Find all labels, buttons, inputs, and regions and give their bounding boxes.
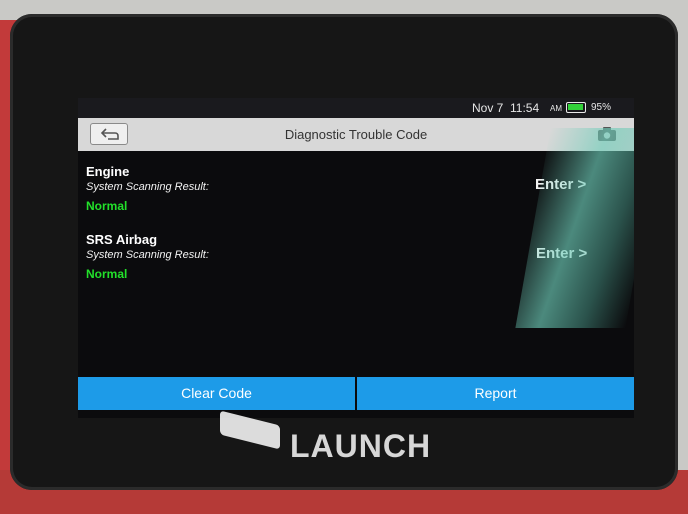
battery-percentage: 95% [591, 102, 612, 113]
status-date: Nov 7 [472, 101, 504, 115]
camera-icon [598, 127, 616, 141]
enter-srs-airbag-button[interactable]: Enter > [536, 245, 587, 262]
system-item-engine: Engine System Scanning Result: Normal [86, 164, 209, 213]
report-button[interactable]: Report [357, 377, 634, 410]
system-result-label: System Scanning Result: [86, 249, 209, 261]
system-result-label: System Scanning Result: [86, 181, 209, 193]
screenshot-button[interactable] [593, 123, 621, 145]
system-name: Engine [86, 164, 130, 179]
page-title: Diagnostic Trouble Code [284, 127, 428, 142]
brand-logo: LAUNCH [290, 428, 432, 464]
status-time: 11:54 [510, 101, 540, 115]
system-item-srs-airbag: SRS Airbag System Scanning Result: Norma… [86, 232, 209, 281]
action-bar: Clear Code Report [78, 377, 634, 410]
status-bar: Nov 7 11:54 AM 95% [78, 98, 634, 118]
system-name: SRS Airbag [86, 232, 158, 247]
system-status: Normal [86, 267, 128, 281]
battery-icon [566, 102, 586, 113]
status-am-pm: AM [550, 104, 562, 113]
enter-engine-button[interactable]: Enter > [535, 176, 586, 193]
clear-code-button[interactable]: Clear Code [78, 377, 355, 410]
device-screen: Nov 7 11:54 AM 95% Diagnostic Trouble Co… [78, 98, 634, 418]
title-bar: Diagnostic Trouble Code [78, 118, 634, 151]
system-status: Normal [86, 199, 128, 213]
screen-glare [515, 128, 634, 328]
